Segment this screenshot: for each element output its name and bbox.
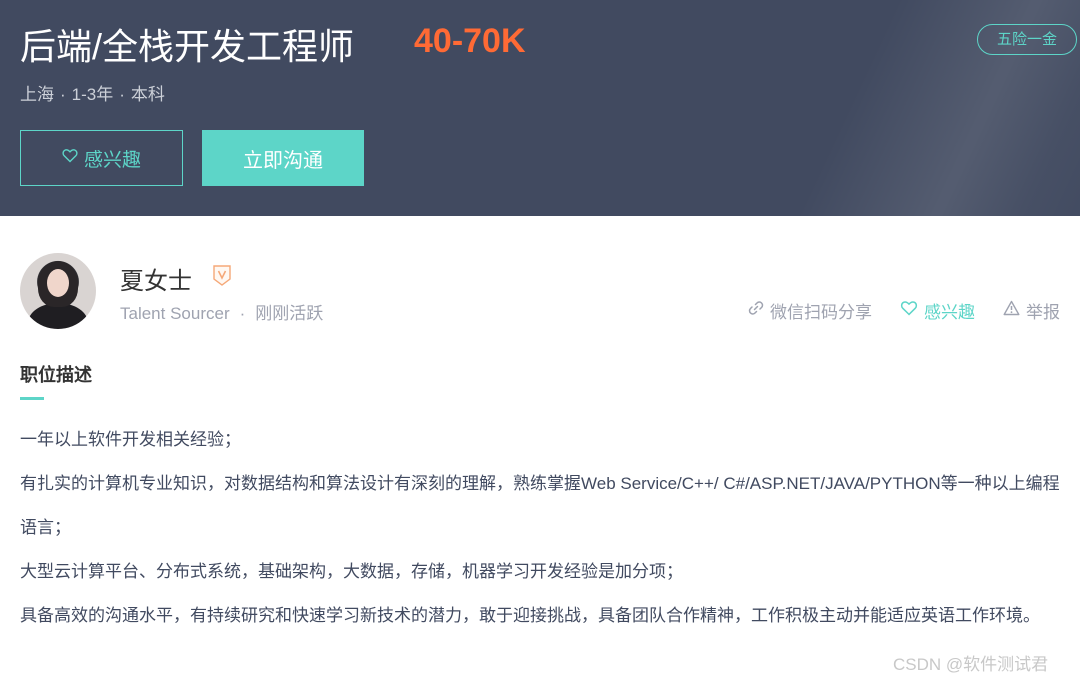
heart-icon	[62, 148, 78, 168]
share-action[interactable]: 微信扫码分享	[748, 298, 872, 323]
avatar-face	[47, 269, 69, 297]
interest-button[interactable]: 感兴趣	[20, 130, 183, 186]
report-action[interactable]: 举报	[1003, 298, 1060, 323]
recruiter-separator: ·	[239, 304, 246, 323]
description-line: 具备高效的沟通水平，有持续研究和快速学习新技术的潜力，敢于迎接挑战，具备团队合作…	[20, 606, 1040, 625]
recruiter-name: 夏女士	[120, 268, 192, 295]
heart-icon	[900, 300, 918, 321]
job-education: 本科	[130, 85, 165, 104]
job-meta: 上海 · 1-3年 · 本科	[20, 80, 165, 105]
job-experience: 1-3年	[71, 85, 114, 104]
job-header-banner: 后端/全栈开发工程师 40-70K 五险一金 上海 · 1-3年 · 本科 感兴趣 立即…	[0, 0, 1080, 216]
avatar	[20, 253, 96, 329]
welfare-tag: 五险一金	[977, 24, 1077, 55]
interest-action[interactable]: 感兴趣	[900, 298, 975, 323]
watermark: CSDN @软件测试君	[893, 655, 1049, 674]
description-line: 一年以上软件开发相关经验；	[20, 430, 241, 449]
recruiter-title: Talent Sourcer	[120, 304, 230, 323]
description-line: 大型云计算平台、分布式系统，基础架构，大数据，存储，机器学习开发经验是加分项；	[20, 562, 683, 581]
meta-separator: ·	[60, 85, 66, 104]
warning-icon	[1003, 300, 1020, 321]
interest-button-label: 感兴趣	[83, 149, 141, 171]
share-label: 微信扫码分享	[770, 303, 872, 322]
section-title: 职位描述	[20, 365, 92, 385]
link-icon	[748, 300, 764, 321]
job-description: 一年以上软件开发相关经验； 有扎实的计算机专业知识，对数据结构和算法设计有深刻的…	[20, 418, 1065, 638]
report-label: 举报	[1026, 303, 1060, 322]
meta-separator: ·	[119, 85, 125, 104]
job-city: 上海	[20, 85, 54, 104]
recruiter-subtitle: Talent Sourcer · 刚刚活跃	[120, 299, 323, 324]
verified-badge-icon	[212, 264, 232, 288]
recruiter-status: 刚刚活跃	[255, 304, 324, 323]
salary: 40-70K	[414, 22, 526, 60]
job-title: 后端/全栈开发工程师	[20, 26, 355, 67]
description-line: 有扎实的计算机专业知识，对数据结构和算法设计有深刻的理解，熟练掌握Web Ser…	[20, 474, 1060, 537]
section-underline	[20, 397, 44, 400]
job-actions: 微信扫码分享 感兴趣 举报	[748, 298, 1060, 323]
chat-now-button[interactable]: 立即沟通	[202, 130, 364, 186]
interest-label: 感兴趣	[924, 303, 975, 322]
